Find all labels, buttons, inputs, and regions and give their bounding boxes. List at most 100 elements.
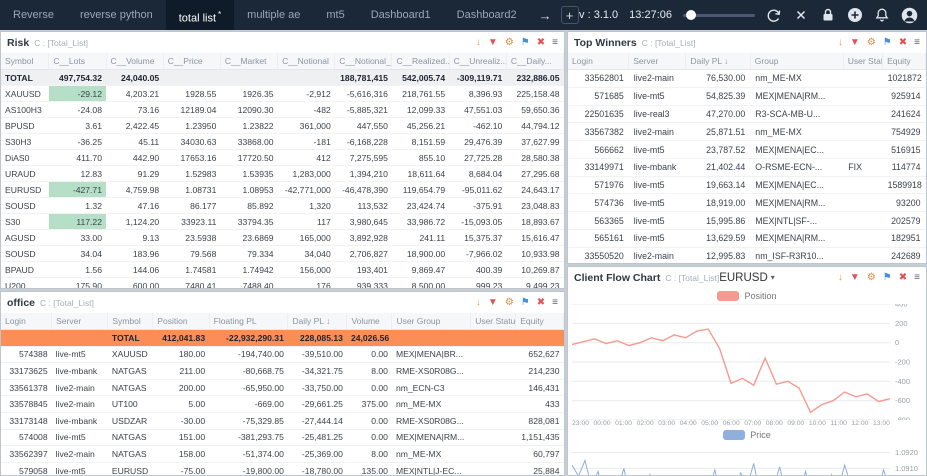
table-row[interactable]: 571976live-mt519,663.14MEX|MENA|EC...158…: [568, 176, 926, 194]
column-header[interactable]: C__Notional_U... ↓: [335, 53, 392, 70]
table-row[interactable]: 33173625live-mbankNATGAS211.00-80,668.75…: [1, 363, 564, 380]
table-row[interactable]: XAUUSD-29.124,203.211928.551926.35-2,912…: [1, 86, 564, 102]
tab-multiple-ae[interactable]: multiple ae: [234, 0, 313, 30]
column-header[interactable]: Login: [1, 313, 52, 330]
column-header[interactable]: C__Realized...: [392, 53, 449, 70]
table-row[interactable]: S30117.221,124.2033923.1133794.351173,98…: [1, 214, 564, 230]
table-row[interactable]: S30H3-36.2545.1134030.6333868.00-181-6,1…: [1, 134, 564, 150]
column-header[interactable]: User Group: [392, 313, 471, 330]
undo-icon[interactable]: [766, 7, 782, 23]
table-row[interactable]: 22501635live-real347,270.00R3-SCA-MB-U..…: [568, 105, 926, 123]
tab-overflow-arrow[interactable]: →: [530, 8, 561, 23]
table-row[interactable]: 33562801live2-main76,530.00nm_ME-MX10218…: [568, 70, 926, 88]
tab-total-list[interactable]: total list*: [166, 0, 234, 30]
column-header[interactable]: C__Notional: [278, 53, 335, 70]
table-row[interactable]: 574008live-mt5NATGAS151.00-381,293.75-25…: [1, 429, 564, 446]
table-row[interactable]: URAUD12.8391.291.529831.539351,283,0001,…: [1, 166, 564, 182]
trash-icon[interactable]: ✖: [537, 298, 545, 308]
gear-icon[interactable]: ⚙: [505, 38, 514, 48]
slider-knob[interactable]: [686, 10, 696, 20]
download-icon[interactable]: ↓: [838, 38, 843, 48]
close-icon[interactable]: [793, 7, 809, 23]
user-avatar[interactable]: [901, 7, 917, 23]
trash-icon[interactable]: ✖: [899, 273, 907, 283]
column-header[interactable]: C__Market: [220, 53, 277, 70]
download-icon[interactable]: ↓: [476, 38, 481, 48]
column-header[interactable]: Login: [568, 53, 629, 70]
table-row[interactable]: DiAS0411.70442.9017653.1617720.504127,27…: [1, 150, 564, 166]
table-row[interactable]: AGUSD33.009.1323.593823.6869165,0003,892…: [1, 230, 564, 246]
price-legend[interactable]: Price: [568, 427, 926, 443]
add-tab-button[interactable]: +: [561, 6, 579, 24]
price-legend-swatch[interactable]: [723, 430, 745, 440]
table-row[interactable]: 33550520live2-main12,995.83nm_ISF-R3R10.…: [568, 247, 926, 264]
column-header[interactable]: Position: [153, 313, 209, 330]
pin-icon[interactable]: ⚑: [521, 298, 530, 308]
column-header[interactable]: Group: [750, 53, 843, 70]
column-header[interactable]: Daily PL ↓: [288, 313, 347, 330]
lock-icon[interactable]: [820, 7, 836, 23]
column-header[interactable]: Symbol: [108, 313, 153, 330]
download-icon[interactable]: ↓: [476, 298, 481, 308]
table-row[interactable]: SOUSD1.3247.1686.17785.8921,320113,53223…: [1, 198, 564, 214]
table-row[interactable]: 579058live-mt5EURUSD-75.00-19,800.00-18,…: [1, 462, 564, 476]
table-row[interactable]: TOTAL412,041.83-22,932,290.31228,085.132…: [1, 330, 564, 347]
tab-reverse[interactable]: Reverse: [0, 0, 67, 30]
menu-icon[interactable]: ≡: [914, 38, 920, 48]
trash-icon[interactable]: ✖: [899, 38, 907, 48]
bell-icon[interactable]: [874, 7, 890, 23]
gear-icon[interactable]: ⚙: [505, 298, 514, 308]
table-row[interactable]: TOTAL497,754.3224,040.05188,781,415542,0…: [1, 70, 564, 86]
pin-icon[interactable]: ⚑: [883, 273, 892, 283]
table-row[interactable]: 574736live-mt518,919.00MEX|MENA|RM...932…: [568, 194, 926, 212]
position-legend[interactable]: Position: [568, 288, 926, 304]
download-icon[interactable]: ↓: [838, 273, 843, 283]
scale-slider[interactable]: [683, 14, 755, 17]
table-row[interactable]: EURUSD-427.714,759.981.087311.08953-42,7…: [1, 182, 564, 198]
table-row[interactable]: BPUSD3.612,422.451.239501.23822361,00044…: [1, 118, 564, 134]
tab-dashboard1[interactable]: Dashboard1: [358, 0, 444, 30]
pin-icon[interactable]: ⚑: [521, 38, 530, 48]
filter-icon[interactable]: ▼: [488, 38, 498, 48]
tab-mt5[interactable]: mt5: [313, 0, 357, 30]
column-header[interactable]: Server: [629, 53, 686, 70]
table-row[interactable]: 565161live-mt513,629.59MEX|MENA|RM...182…: [568, 230, 926, 248]
column-header[interactable]: User Status: [843, 53, 882, 70]
filter-icon[interactable]: ▼: [488, 298, 498, 308]
table-row[interactable]: AS100H3-24.0873.1612189.0412090.30-482-5…: [1, 102, 564, 118]
column-header[interactable]: Equity: [883, 53, 926, 70]
column-header[interactable]: Server: [52, 313, 108, 330]
table-row[interactable]: 33149971live-mbank21,402.44O-RSME-ECN-..…: [568, 158, 926, 176]
table-row[interactable]: 571685live-mt554,825.39MEX|MENA|RM...925…: [568, 87, 926, 105]
table-row[interactable]: 33578845live2-mainUT1005.00-669.00-29,66…: [1, 396, 564, 413]
table-row[interactable]: 33567382live2-main25,871.51nm_ME-MX75492…: [568, 123, 926, 141]
column-header[interactable]: User Status: [471, 313, 516, 330]
tab-reverse-python[interactable]: reverse python: [67, 0, 166, 30]
column-header[interactable]: C__Daily...: [506, 53, 563, 70]
table-row[interactable]: 33562397live2-mainNATGAS158.00-51,374.00…: [1, 446, 564, 463]
table-row[interactable]: 566662live-mt523,787.52MEX|MENA|EC...516…: [568, 141, 926, 159]
table-row[interactable]: 574388live-mt5XAUUSD180.00-194,740.00-39…: [1, 346, 564, 363]
column-header[interactable]: Floating PL: [209, 313, 288, 330]
menu-icon[interactable]: ≡: [552, 38, 558, 48]
add-circle-icon[interactable]: [847, 7, 863, 23]
table-row[interactable]: U200175.90600.007480.417488.40176939,333…: [1, 278, 564, 290]
column-header[interactable]: Daily PL ↓: [686, 53, 750, 70]
table-row[interactable]: 33173148live-mbankUSDZAR-30.00-75,329.85…: [1, 412, 564, 429]
column-header[interactable]: C__Volume: [106, 53, 163, 70]
filter-icon[interactable]: ▼: [850, 273, 860, 283]
symbol-selector[interactable]: EURUSD ▾: [719, 272, 775, 284]
column-header[interactable]: C__Lots: [49, 53, 106, 70]
table-row[interactable]: 563365live-mt515,995.86MEX|NTL|SF-...202…: [568, 212, 926, 230]
table-row[interactable]: SOUSD34.04183.9679.56879.33434,0402,706,…: [1, 246, 564, 262]
filter-icon[interactable]: ▼: [850, 38, 860, 48]
position-legend-swatch[interactable]: [717, 291, 739, 301]
table-row[interactable]: 33561378live2-mainNATGAS200.00-65,950.00…: [1, 379, 564, 396]
trash-icon[interactable]: ✖: [537, 38, 545, 48]
column-header[interactable]: C__Unrealiz...: [449, 53, 506, 70]
tab-dashboard2[interactable]: Dashboard2: [444, 0, 530, 30]
column-header[interactable]: Symbol: [1, 53, 49, 70]
menu-icon[interactable]: ≡: [914, 273, 920, 283]
gear-icon[interactable]: ⚙: [867, 38, 876, 48]
column-header[interactable]: Volume: [347, 313, 392, 330]
